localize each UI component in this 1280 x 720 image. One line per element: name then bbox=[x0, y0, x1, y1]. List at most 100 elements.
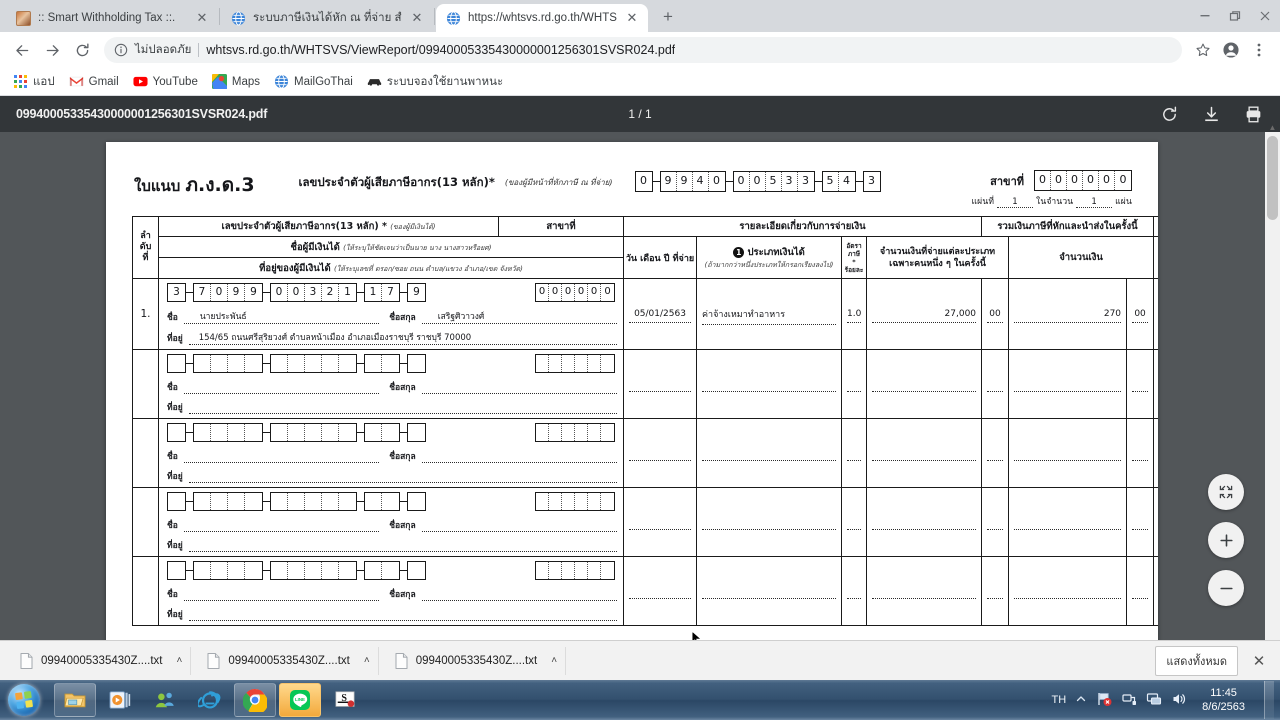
row-tin-boxes bbox=[167, 561, 617, 580]
close-icon[interactable]: ✕ bbox=[624, 10, 640, 26]
tab-divider bbox=[434, 7, 435, 25]
table-row[interactable]: ชื่อ ชื่อสกุล ที่อยู่ bbox=[132, 487, 1158, 557]
row-surname-label: ชื่อสกุล bbox=[389, 383, 416, 393]
file-icon bbox=[207, 652, 220, 669]
three-dots-icon[interactable] bbox=[1246, 37, 1272, 63]
show-desktop-button[interactable] bbox=[1264, 681, 1274, 719]
browser-tab-1[interactable]: ระบบภาษีเงินได้หัก ณ ที่จ่าย สำหรับผู้..… bbox=[221, 4, 433, 32]
taskbar-app-media-player[interactable] bbox=[99, 683, 141, 717]
speaker-icon[interactable] bbox=[1171, 691, 1187, 710]
th-tax-amount: จำนวนเงิน bbox=[1008, 236, 1155, 279]
row-address-label: ที่อยู่ bbox=[167, 472, 183, 482]
row-income-type bbox=[696, 418, 842, 488]
address-bar[interactable]: ไม่ปลอดภัย whtsvs.rd.go.th/WHTSVS/ViewRe… bbox=[104, 37, 1182, 63]
reload-icon[interactable] bbox=[68, 36, 96, 64]
scrollbar-thumb[interactable] bbox=[1267, 136, 1278, 220]
th-tax-total: รวมเงินภาษีที่หักและนำส่งในครั้งนี้ bbox=[981, 216, 1155, 237]
tin-boxes: 0 9940 00533 54 3 bbox=[634, 170, 881, 192]
row-pay-date-value bbox=[629, 449, 691, 461]
table-row[interactable]: ชื่อ ชื่อสกุล ที่อยู่ bbox=[132, 418, 1158, 488]
close-icon[interactable] bbox=[1250, 3, 1280, 29]
taskbar-app-internet-explorer[interactable] bbox=[189, 683, 231, 717]
start-button[interactable] bbox=[2, 681, 46, 719]
table-row[interactable]: ชื่อ ชื่อสกุล ที่อยู่ bbox=[132, 349, 1158, 419]
bookmark-apps[interactable]: แอป bbox=[6, 70, 62, 94]
th-tax-rate: อัตรา ภาษี * ร้อยละ bbox=[841, 236, 867, 279]
flag-alert-icon[interactable] bbox=[1096, 691, 1112, 710]
monitor-icon[interactable] bbox=[1146, 691, 1162, 710]
row-address-line: ที่อยู่ bbox=[167, 538, 617, 552]
pdf-scroll-area[interactable]: ใบแนบ ภ.ง.ด.3 เลขประจำตัวผู้เสียภาษีอากร… bbox=[0, 123, 1280, 680]
row-pay-date bbox=[623, 349, 697, 419]
close-downloads-bar-icon[interactable]: ✕ bbox=[1250, 652, 1268, 670]
bookmark-gmail[interactable]: Gmail bbox=[62, 71, 126, 92]
taskbar-app-file-explorer[interactable] bbox=[54, 683, 96, 717]
chevron-up-icon[interactable]: ˄ bbox=[364, 655, 370, 666]
star-icon[interactable] bbox=[1190, 37, 1216, 63]
youtube-icon bbox=[133, 74, 148, 89]
forward-arrow-icon[interactable] bbox=[38, 36, 66, 64]
download-item[interactable]: 09940005335430Z....txt ˄ bbox=[199, 646, 379, 675]
browser-tab-2[interactable]: https://whtsvs.rd.go.th/WHTSVS ✕ bbox=[436, 4, 648, 32]
globe-icon bbox=[446, 10, 461, 26]
pdf-toolbar-actions bbox=[1158, 103, 1264, 125]
chevron-up-icon[interactable]: ˄ bbox=[551, 655, 557, 666]
table-header-row-2: ชื่อผู้มีเงินได้ (ให้ระบุให้ชัดเจนว่าเป็… bbox=[133, 236, 1158, 279]
bookmark-vehicle-booking[interactable]: ระบบจองใช้ยานพาหนะ bbox=[360, 70, 510, 94]
zoom-in-button[interactable] bbox=[1208, 522, 1244, 558]
back-arrow-icon[interactable] bbox=[8, 36, 36, 64]
taskbar-app-google-chrome[interactable] bbox=[234, 683, 276, 717]
avatar-icon[interactable] bbox=[1218, 37, 1244, 63]
file-icon bbox=[20, 652, 33, 669]
row-tax-satang bbox=[1126, 487, 1155, 557]
bookmark-maps[interactable]: Maps bbox=[205, 71, 267, 92]
system-tray: TH 11:45 8/6/2563 bbox=[1052, 681, 1280, 719]
close-icon[interactable]: ✕ bbox=[409, 10, 425, 26]
row-condition bbox=[1153, 349, 1158, 419]
close-icon[interactable]: ✕ bbox=[194, 10, 210, 26]
branch-boxes: 000000 bbox=[1034, 170, 1132, 191]
bookmark-youtube[interactable]: YouTube bbox=[126, 71, 205, 92]
rotate-cw-icon[interactable] bbox=[1158, 103, 1180, 125]
download-item[interactable]: 09940005335430Z....txt ˄ bbox=[12, 646, 192, 675]
download-icon[interactable] bbox=[1200, 103, 1222, 125]
print-icon[interactable] bbox=[1242, 103, 1264, 125]
download-item[interactable]: 09940005335430Z....txt ˄ bbox=[387, 646, 567, 675]
taskbar-app-line[interactable]: LINE bbox=[279, 683, 321, 717]
tin-group-2: 00533 bbox=[732, 171, 815, 192]
bookmark-label: MailGoThai bbox=[293, 75, 353, 88]
pdf-scrollbar[interactable]: ▲ bbox=[1265, 123, 1280, 680]
browser-tab-0[interactable]: :: Smart Withholding Tax ::. ✕ bbox=[6, 4, 218, 32]
clock[interactable]: 11:45 8/6/2563 bbox=[1196, 686, 1251, 714]
download-filename: 09940005335430Z....txt bbox=[415, 654, 538, 667]
row-condition bbox=[1153, 418, 1158, 488]
taskbar-app-s-app[interactable]: S bbox=[324, 683, 366, 717]
url-text: whtsvs.rd.go.th/WHTSVS/ViewReport/099400… bbox=[206, 43, 676, 57]
row-name-line: ชื่อ ชื่อสกุล bbox=[167, 518, 618, 532]
th-condition: 2 เงื่อนไข bbox=[1153, 236, 1158, 279]
row-person-cell: ชื่อ ชื่อสกุล ที่อยู่ bbox=[158, 418, 624, 488]
chevron-up-icon[interactable]: ˄ bbox=[177, 655, 183, 666]
row-tax-satang-value bbox=[1132, 587, 1149, 599]
taskbar-app-contacts[interactable] bbox=[144, 683, 186, 717]
restore-icon[interactable] bbox=[1220, 3, 1250, 29]
network-icon[interactable] bbox=[1121, 691, 1137, 710]
row-surname-label: ชื่อสกุล bbox=[389, 521, 416, 531]
language-indicator[interactable]: TH bbox=[1052, 694, 1067, 706]
row-condition: 1 bbox=[1153, 278, 1158, 350]
table-row[interactable]: ชื่อ ชื่อสกุล ที่อยู่ bbox=[132, 556, 1158, 626]
chevron-up-icon[interactable] bbox=[1075, 693, 1087, 708]
minimize-icon[interactable] bbox=[1190, 3, 1220, 29]
fit-to-page-button[interactable] bbox=[1208, 474, 1244, 510]
row-income-type-value: ค่าจ้างเหมาทำอาหาร bbox=[702, 307, 836, 325]
row-tax-baht-value bbox=[1014, 587, 1122, 599]
withholding-table: ลำ ดับ ที่ เลขประจำตัวผู้เสียภาษีอากร(13 ห… bbox=[132, 216, 1158, 626]
scroll-up-icon[interactable]: ▲ bbox=[1265, 120, 1280, 134]
table-row[interactable]: 1. 3 7099 00321 1 7 9 0 0 0 0 0 0 ชื่อ น… bbox=[132, 278, 1158, 350]
show-all-downloads-button[interactable]: แสดงทั้งหมด bbox=[1155, 645, 1238, 676]
new-tab-button[interactable]: + bbox=[654, 4, 682, 32]
zoom-out-button[interactable] bbox=[1208, 570, 1244, 606]
bookmark-mailgothai[interactable]: MailGoThai bbox=[267, 71, 360, 92]
tin-dash bbox=[725, 180, 733, 183]
row-income-type-value bbox=[702, 380, 836, 392]
